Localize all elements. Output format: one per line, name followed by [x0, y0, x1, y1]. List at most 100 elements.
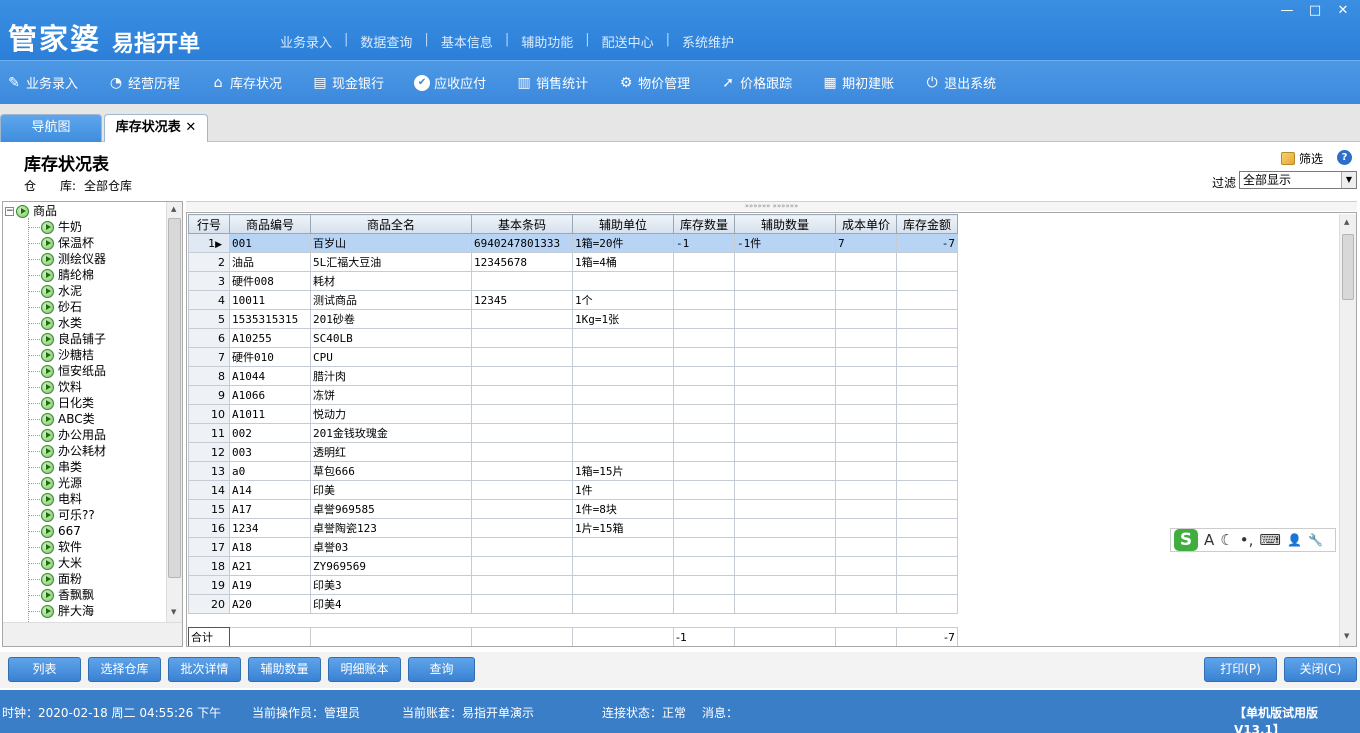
table-cell[interactable] [734, 575, 836, 595]
table-cell[interactable] [835, 461, 897, 481]
table-cell[interactable] [835, 328, 897, 348]
table-cell[interactable]: 1234 [229, 518, 311, 538]
table-cell[interactable]: 悦动力 [310, 404, 472, 424]
table-cell[interactable]: 1Kg=1张 [572, 309, 674, 329]
filter-select[interactable]: 全部显示 ▼ [1239, 171, 1357, 189]
toolbar-button[interactable]: ▤ 现金银行 [312, 73, 384, 93]
table-cell[interactable]: 002 [229, 423, 311, 443]
table-cell[interactable] [835, 347, 897, 367]
table-cell[interactable]: -7 [896, 233, 958, 253]
column-header[interactable]: 商品全名 [310, 214, 472, 234]
table-cell[interactable] [835, 252, 897, 272]
print-button[interactable]: 打印(P) [1204, 657, 1277, 682]
tree-item[interactable]: 办公用品 [41, 427, 106, 443]
row-number[interactable]: 12 [188, 442, 230, 462]
row-number[interactable]: 15 [188, 499, 230, 519]
table-cell[interactable] [471, 575, 573, 595]
table-cell[interactable] [572, 575, 674, 595]
tree-item[interactable]: 水类 [41, 315, 82, 331]
table-cell[interactable]: 1箱=15片 [572, 461, 674, 481]
table-cell[interactable]: SC40LB [310, 328, 472, 348]
tree-item[interactable]: 可乐?? [41, 507, 95, 523]
tree-vertical-scrollbar[interactable]: ▲ ▼ [166, 202, 182, 622]
table-cell[interactable]: CPU [310, 347, 472, 367]
table-cell[interactable]: 5L汇福大豆油 [310, 252, 472, 272]
table-cell[interactable] [835, 366, 897, 386]
table-cell[interactable] [734, 347, 836, 367]
row-number[interactable]: 16 [188, 518, 230, 538]
table-cell[interactable] [673, 594, 735, 614]
table-cell[interactable] [572, 537, 674, 557]
table-cell[interactable] [673, 423, 735, 443]
table-row[interactable]: 12 003 透明红 [188, 442, 958, 462]
tree-item[interactable]: 光源 [41, 475, 82, 491]
close-icon[interactable]: ✕ [1334, 3, 1352, 18]
toolbar-button[interactable]: ⚙ 物价管理 [618, 73, 690, 93]
column-header[interactable]: 成本单价 [835, 214, 897, 234]
column-header[interactable]: 辅助单位 [572, 214, 674, 234]
toolbar-button[interactable]: ⌂ 库存状况 [210, 73, 282, 93]
table-cell[interactable] [471, 442, 573, 462]
tree-item[interactable]: 667 [41, 523, 81, 539]
table-row[interactable]: 9 A1066 冻饼 [188, 385, 958, 405]
table-cell[interactable]: 1件 [572, 480, 674, 500]
tree-item[interactable]: 胖大海 [41, 603, 94, 619]
toolbar-button[interactable]: ▥ 销售统计 [516, 73, 588, 93]
table-cell[interactable] [835, 575, 897, 595]
top-menu-item[interactable]: 配送中心 [590, 32, 666, 51]
table-row[interactable]: 19 A19 印美3 [188, 575, 958, 595]
table-cell[interactable] [673, 252, 735, 272]
table-row[interactable]: 14 A14 印美 1件 [188, 480, 958, 500]
table-cell[interactable] [471, 518, 573, 538]
table-cell[interactable] [896, 423, 958, 443]
table-cell[interactable]: 1箱=20件 [572, 233, 674, 253]
table-cell[interactable] [572, 385, 674, 405]
table-cell[interactable] [896, 518, 958, 538]
table-cell[interactable] [471, 347, 573, 367]
row-number[interactable]: 17 [188, 537, 230, 557]
table-cell[interactable] [471, 309, 573, 329]
table-cell[interactable] [673, 404, 735, 424]
table-cell[interactable]: 1件=8块 [572, 499, 674, 519]
column-header[interactable]: 库存金额 [896, 214, 958, 234]
toolbar-button[interactable]: ➚ 价格跟踪 [720, 73, 792, 93]
column-header[interactable]: 基本条码 [471, 214, 573, 234]
table-cell[interactable] [572, 556, 674, 576]
top-menu-item[interactable]: 业务录入 [268, 32, 344, 51]
tree-item[interactable]: 保温杯 [41, 235, 94, 251]
toolbar-button[interactable]: ⏻ 退出系统 [924, 73, 997, 93]
table-cell[interactable] [673, 309, 735, 329]
help-icon[interactable]: ? [1337, 150, 1352, 165]
table-cell[interactable] [471, 480, 573, 500]
table-cell[interactable]: A18 [229, 537, 311, 557]
table-cell[interactable] [572, 594, 674, 614]
tree-item[interactable]: 香飘飘 [41, 587, 94, 603]
table-cell[interactable]: 测试商品 [310, 290, 472, 310]
table-row[interactable]: 13 a0 草包666 1箱=15片 [188, 461, 958, 481]
table-cell[interactable]: 201砂卷 [310, 309, 472, 329]
table-cell[interactable] [896, 347, 958, 367]
table-cell[interactable] [896, 404, 958, 424]
table-cell[interactable]: 腊汁肉 [310, 366, 472, 386]
table-cell[interactable]: 油品 [229, 252, 311, 272]
table-cell[interactable] [673, 518, 735, 538]
table-cell[interactable] [673, 347, 735, 367]
table-cell[interactable] [734, 385, 836, 405]
row-number[interactable]: 11 [188, 423, 230, 443]
close-button[interactable]: 关闭(C) [1284, 657, 1357, 682]
collapse-icon[interactable]: − [5, 206, 14, 216]
ime-user-icon[interactable]: 👤 [1287, 533, 1302, 547]
table-cell[interactable] [734, 423, 836, 443]
table-cell[interactable] [896, 366, 958, 386]
row-number[interactable]: 3 [188, 271, 230, 291]
table-cell[interactable] [471, 404, 573, 424]
table-cell[interactable]: -1件 [734, 233, 836, 253]
table-cell[interactable]: 冻饼 [310, 385, 472, 405]
table-cell[interactable] [734, 290, 836, 310]
row-number[interactable]: 2 [188, 252, 230, 272]
table-cell[interactable] [835, 480, 897, 500]
tree-item[interactable]: 串类 [41, 459, 82, 475]
table-cell[interactable] [734, 252, 836, 272]
table-cell[interactable]: 6940247801333 [471, 233, 573, 253]
table-row[interactable]: 7 硬件010 CPU [188, 347, 958, 367]
